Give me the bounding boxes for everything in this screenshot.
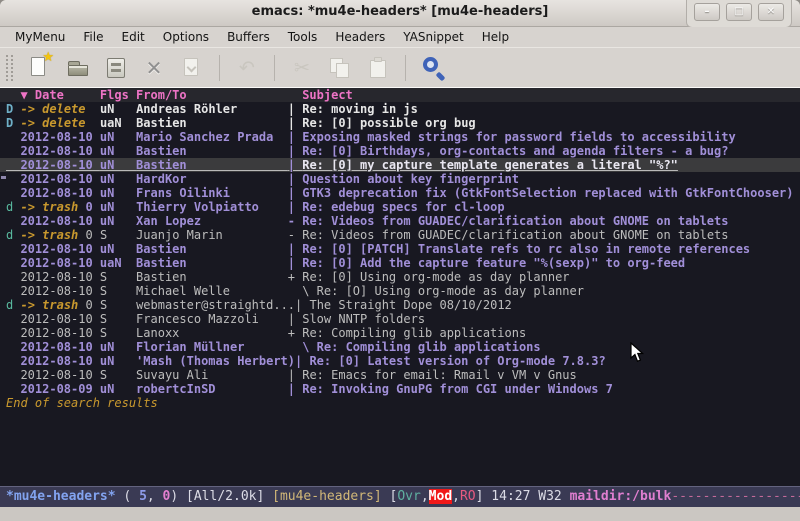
headers-column-header: ▼ Date Flgs From/To Subject (0, 88, 800, 102)
paste-icon (365, 55, 391, 81)
cut-icon: ✂ (289, 55, 315, 81)
header-row[interactable]: 2012-08-10 S Lanoxx + Re: Compiling glib… (0, 326, 800, 340)
header-row[interactable]: 2012-08-10 uN Florian Müllner \ Re: Comp… (0, 340, 800, 354)
modeline-segment: ] 14:27 W32 (476, 489, 570, 504)
header-row[interactable]: 2012-08-10 uN Bastien | Re: [0] my captu… (0, 158, 800, 172)
header-row[interactable]: D -> delete uN Andreas Röhler | Re: movi… (0, 102, 800, 116)
header-row[interactable]: d -> trash 0 uN Thierry Volpiatto | Re: … (0, 200, 800, 214)
modeline-segment: Mod (429, 489, 452, 504)
menu-item-headers[interactable]: Headers (326, 28, 394, 46)
header-row[interactable]: 2012-08-10 uN Bastien | Re: [0] [PATCH] … (0, 242, 800, 256)
search-icon[interactable] (420, 55, 446, 81)
modeline-segment: [ (382, 489, 398, 504)
copy-icon (327, 55, 353, 81)
minimize-button[interactable]: – (694, 3, 720, 21)
modeline-segment: , (421, 489, 429, 504)
menu-item-yasnippet[interactable]: YASnippet (394, 28, 473, 46)
header-row[interactable]: 2012-08-10 uN Bastien | Re: [0] Birthday… (0, 144, 800, 158)
header-row[interactable]: d -> trash 0 S Juanjo Marin - Re: Videos… (0, 228, 800, 242)
save-icon[interactable] (103, 55, 129, 81)
menu-item-buffers[interactable]: Buffers (218, 28, 279, 46)
modeline-segment: Ovr (397, 489, 420, 504)
header-row[interactable]: 2012-08-10 uN Mario Sanchez Prada | Expo… (0, 130, 800, 144)
menu-item-file[interactable]: File (74, 28, 112, 46)
modeline-segment: *mu4e-headers* (6, 489, 116, 504)
menu-item-edit[interactable]: Edit (113, 28, 154, 46)
header-row[interactable]: 2012-08-10 uN Xan Lopez - Re: Videos fro… (0, 214, 800, 228)
fringe-indicator (1, 176, 6, 179)
modeline-segment: , (147, 489, 163, 504)
modeline-segment: ---------------------------------------- (671, 489, 800, 504)
menu-item-tools[interactable]: Tools (279, 28, 327, 46)
emacs-window: emacs: *mu4e-headers* [mu4e-headers] –□ ✕… (0, 0, 800, 521)
modeline-segment: maildir:/bulk (570, 489, 672, 504)
toolbar-separator (274, 55, 275, 81)
mode-line[interactable]: *mu4e-headers* ( 5, 0) [All/2.0k] [mu4e-… (0, 486, 800, 508)
mu4e-headers-buffer[interactable]: ▼ Date Flgs From/To Subject D -> delete … (0, 87, 800, 487)
header-row[interactable]: 2012-08-10 uN Frans Oilinki | GTK3 depre… (0, 186, 800, 200)
header-row[interactable]: 2012-08-10 uN 'Mash (Thomas Herbert)| Re… (0, 354, 800, 368)
title-bar[interactable]: emacs: *mu4e-headers* [mu4e-headers] –□ ✕ (0, 0, 800, 27)
modeline-segment: ( (116, 489, 139, 504)
header-row[interactable]: 2012-08-10 S Bastien + Re: [0] Using org… (0, 270, 800, 284)
toolbar-drag-handle[interactable] (6, 55, 13, 81)
modeline-segment: [mu4e-headers] (272, 489, 382, 504)
header-row[interactable]: 2012-08-10 S Suvayu Ali | Re: Emacs for … (0, 368, 800, 382)
close-button[interactable]: ✕ (758, 3, 784, 21)
save-as-icon (179, 55, 205, 81)
toolbar-separator (405, 55, 406, 81)
menu-item-help[interactable]: Help (473, 28, 518, 46)
undo-icon: ↶ (234, 55, 260, 81)
new-file-icon[interactable] (27, 55, 53, 81)
close-buffer-icon[interactable]: ✕ (141, 55, 167, 81)
header-row[interactable]: 2012-08-10 uaN Bastien | Re: [0] Add the… (0, 256, 800, 270)
modeline-segment: , (452, 489, 460, 504)
header-row[interactable]: 2012-08-09 uN robertcInSD | Re: Invoking… (0, 382, 800, 396)
maximize-button[interactable]: □ (726, 3, 752, 21)
message-list: D -> delete uN Andreas Röhler | Re: movi… (0, 102, 800, 396)
window-buttons: –□ ✕ (686, 0, 792, 28)
header-row[interactable]: D -> delete uaN Bastien | Re: [0] possib… (0, 116, 800, 130)
toolbar-separator (219, 55, 220, 81)
header-row[interactable]: 2012-08-10 S Francesco Mazzoli | Slow NN… (0, 312, 800, 326)
header-row[interactable]: 2012-08-10 uN HardKor | Question about k… (0, 172, 800, 186)
end-of-search-results: End of search results (0, 396, 800, 410)
header-row[interactable]: 2012-08-10 S Michael Welle \ Re: [O] Usi… (0, 284, 800, 298)
modeline-segment: ) [All/2.0k] (170, 489, 272, 504)
window-bottom-frame (0, 507, 800, 521)
menu-bar: MyMenuFileEditOptionsBuffersToolsHeaders… (0, 27, 800, 47)
menu-item-mymenu[interactable]: MyMenu (6, 28, 74, 46)
menu-item-options[interactable]: Options (154, 28, 218, 46)
header-row[interactable]: d -> trash 0 S webmaster@straightd...| T… (0, 298, 800, 312)
open-folder-icon[interactable] (65, 55, 91, 81)
tool-bar: ✕ ↶ ✂ (0, 47, 800, 88)
modeline-segment: 5 (139, 489, 147, 504)
window-title: emacs: *mu4e-headers* [mu4e-headers] (0, 4, 800, 19)
modeline-segment: RO (460, 489, 476, 504)
mouse-cursor (630, 342, 644, 363)
